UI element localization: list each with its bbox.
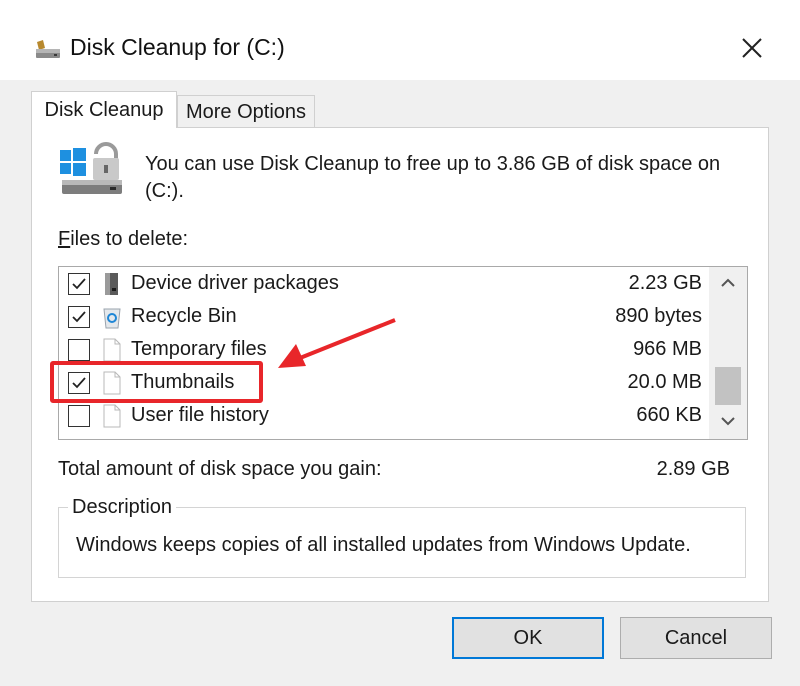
checkbox-checked[interactable] bbox=[68, 273, 90, 295]
tab-more-options[interactable]: More Options bbox=[177, 95, 315, 128]
title-bar: Disk Cleanup for (C:) bbox=[0, 0, 800, 80]
access-key: F bbox=[58, 228, 71, 250]
list-item[interactable]: Thumbnails 20.0 MB bbox=[59, 367, 709, 400]
tab-label: Disk Cleanup bbox=[44, 98, 164, 121]
checkbox-unchecked[interactable] bbox=[68, 405, 90, 427]
intro-text: You can use Disk Cleanup to free up to 3… bbox=[145, 153, 721, 202]
chevron-down-icon bbox=[720, 413, 736, 431]
list-item[interactable]: Recycle Bin 890 bytes bbox=[59, 301, 709, 334]
checkbox-checked[interactable] bbox=[68, 372, 90, 394]
vertical-scrollbar[interactable] bbox=[709, 267, 747, 439]
window-title: Disk Cleanup for (C:) bbox=[70, 34, 285, 60]
scroll-down-button[interactable] bbox=[709, 405, 747, 439]
list-item[interactable]: Temporary files 966 MB bbox=[59, 334, 709, 367]
close-icon bbox=[741, 37, 763, 64]
total-label: Total amount of disk space you gain: bbox=[58, 458, 382, 480]
cancel-label: Cancel bbox=[664, 626, 728, 649]
file-icon bbox=[100, 337, 124, 363]
tab-disk-cleanup[interactable]: Disk Cleanup bbox=[31, 91, 177, 128]
driver-package-icon bbox=[100, 271, 124, 297]
file-icon bbox=[100, 370, 124, 396]
windows-drive-lock-icon bbox=[58, 136, 128, 198]
item-size: 2.23 GB bbox=[628, 272, 702, 294]
item-size: 20.0 MB bbox=[627, 371, 702, 393]
item-size: 660 KB bbox=[636, 404, 702, 426]
item-name: User file history bbox=[131, 404, 269, 426]
list-item[interactable]: Device driver packages 2.23 GB bbox=[59, 268, 709, 301]
description-legend: Description bbox=[68, 496, 177, 519]
item-size: 966 MB bbox=[633, 338, 702, 360]
recycle-bin-icon bbox=[100, 304, 124, 330]
chevron-up-icon bbox=[720, 275, 736, 293]
ok-label: OK bbox=[513, 626, 543, 649]
description-text: Windows keeps copies of all installed up… bbox=[76, 534, 691, 556]
files-to-delete-label: Files to delete: bbox=[58, 228, 188, 251]
tab-label: More Options bbox=[185, 100, 307, 123]
disk-cleanup-window: Disk Cleanup for (C:) Disk Cleanup More … bbox=[0, 0, 800, 686]
item-name: Temporary files bbox=[131, 338, 267, 360]
close-button[interactable] bbox=[730, 30, 774, 70]
file-icon bbox=[100, 403, 124, 429]
checkbox-unchecked[interactable] bbox=[68, 339, 90, 361]
ok-button[interactable]: OK bbox=[452, 617, 604, 659]
scroll-thumb[interactable] bbox=[715, 367, 741, 405]
files-label-text: iles to delete: bbox=[70, 228, 189, 250]
files-list[interactable]: Device driver packages 2.23 GB Recycle B… bbox=[58, 266, 748, 440]
item-name: Recycle Bin bbox=[131, 305, 237, 327]
checkbox-checked[interactable] bbox=[68, 306, 90, 328]
drive-cleanup-icon bbox=[34, 38, 62, 62]
list-item[interactable]: User file history 660 KB bbox=[59, 400, 709, 433]
item-size: 890 bytes bbox=[615, 305, 702, 327]
item-name: Device driver packages bbox=[131, 272, 339, 294]
total-value: 2.89 GB bbox=[656, 458, 730, 480]
scroll-up-button[interactable] bbox=[709, 267, 747, 301]
cancel-button[interactable]: Cancel bbox=[620, 617, 772, 659]
item-name: Thumbnails bbox=[131, 371, 235, 393]
